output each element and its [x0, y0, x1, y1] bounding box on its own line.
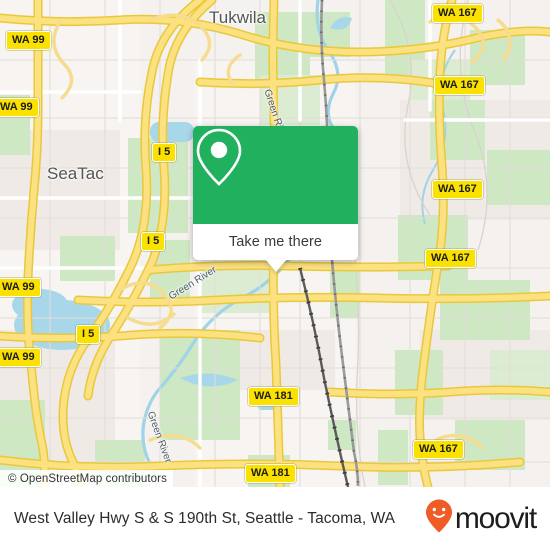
map-city-label-seatac: SeaTac [47, 164, 104, 183]
moovit-pin-icon [425, 498, 453, 539]
route-shield-wa167-d[interactable]: WA 167 [425, 249, 476, 268]
moovit-map-screen: Tukwila SeaTac Green River Green River G… [0, 0, 550, 550]
map-canvas[interactable]: Tukwila SeaTac Green River Green River G… [0, 0, 550, 487]
location-title: West Valley Hwy S & S 190th St, Seattle … [14, 509, 396, 527]
route-shield-wa99-a[interactable]: WA 99 [6, 31, 51, 50]
map-city-label-tukwila: Tukwila [209, 8, 266, 27]
popup-pointer-tail [265, 259, 287, 272]
moovit-wordmark: moovit [454, 501, 537, 535]
map-attribution[interactable]: © OpenStreetMap contributors [0, 470, 173, 487]
route-shield-i5-b[interactable]: I 5 [141, 232, 166, 251]
route-shield-i5-c[interactable]: I 5 [76, 325, 101, 344]
route-shield-wa167-a[interactable]: WA 167 [432, 4, 483, 23]
route-shield-wa99-c[interactable]: WA 99 [0, 278, 41, 297]
route-shield-wa167-b[interactable]: WA 167 [434, 76, 485, 95]
route-shield-wa167-c[interactable]: WA 167 [432, 180, 483, 199]
footer-bar: West Valley Hwy S & S 190th St, Seattle … [0, 487, 550, 550]
moovit-logo[interactable]: moovit [425, 498, 537, 539]
route-shield-wa99-b[interactable]: WA 99 [0, 98, 39, 117]
attribution-text: © OpenStreetMap contributors [8, 472, 167, 485]
take-me-there-button[interactable]: Take me there [193, 224, 358, 260]
take-me-there-label: Take me there [228, 234, 323, 250]
route-shield-wa181-a[interactable]: WA 181 [248, 387, 299, 406]
location-popup-card[interactable]: Take me there [193, 126, 358, 260]
route-shield-wa167-e[interactable]: WA 167 [413, 440, 464, 459]
popup-pin-area [193, 126, 358, 224]
route-shield-i5-a[interactable]: I 5 [152, 143, 177, 162]
route-shield-wa181-b[interactable]: WA 181 [245, 464, 296, 483]
route-shield-wa99-d[interactable]: WA 99 [0, 348, 41, 367]
